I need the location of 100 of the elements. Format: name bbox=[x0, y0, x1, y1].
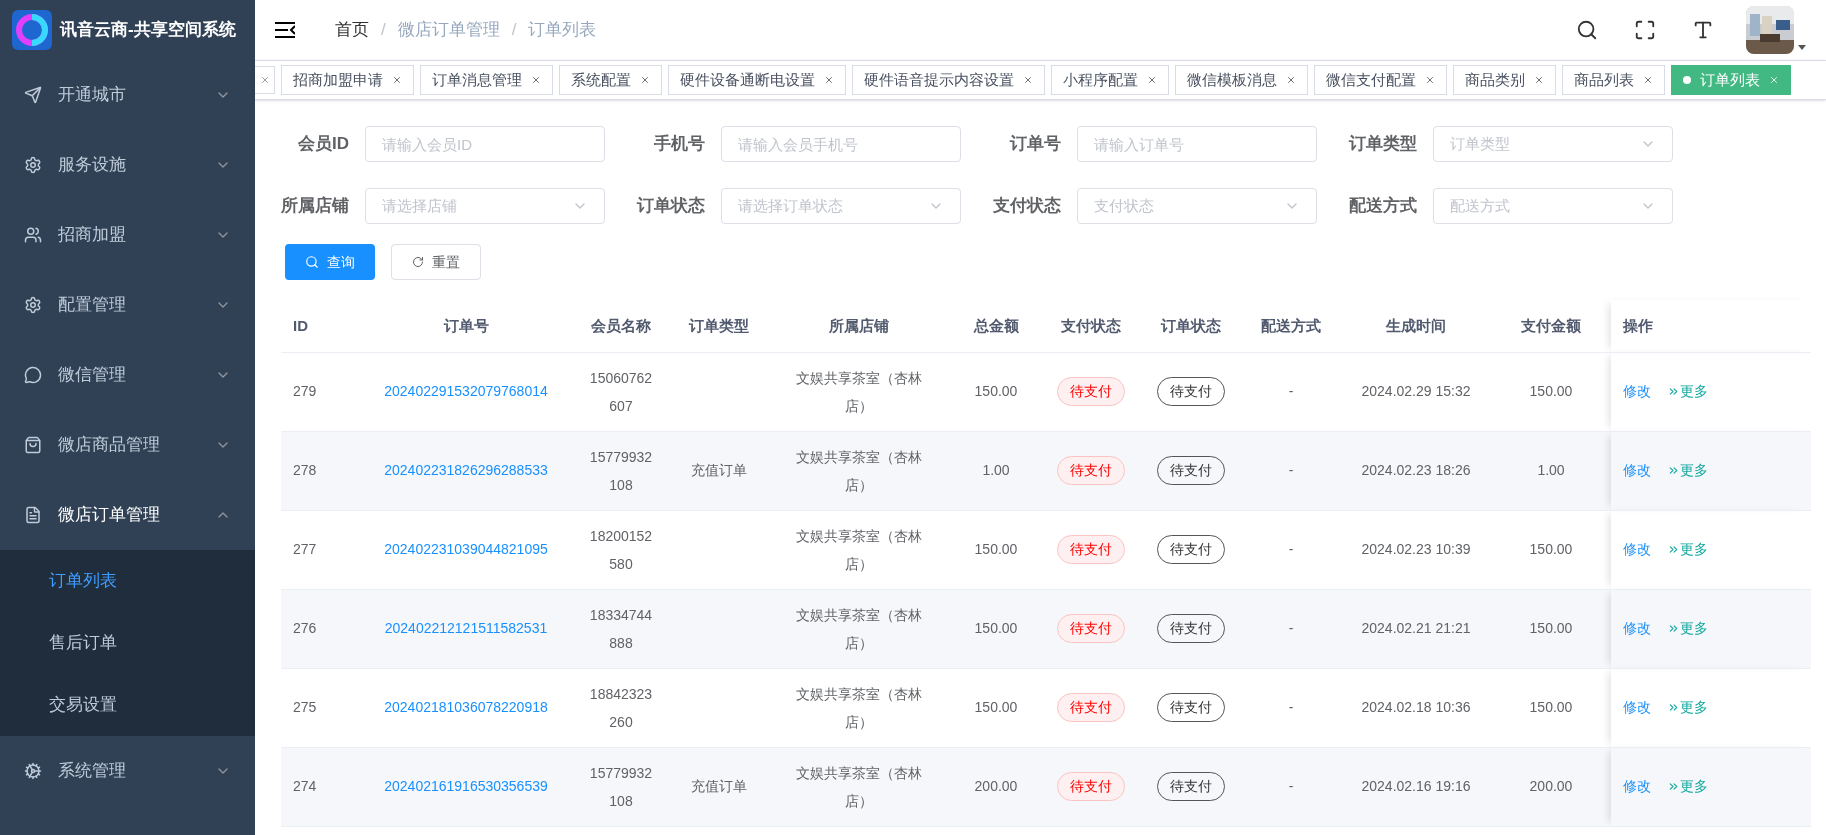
select-field[interactable]: 支付状态 bbox=[1077, 188, 1317, 224]
more-link[interactable]: 更多 bbox=[1667, 460, 1708, 481]
status-tag: 待支付 bbox=[1057, 456, 1125, 485]
table-cell-text: 15779932108 bbox=[588, 447, 654, 495]
order-link[interactable]: 202402212121511582531 bbox=[384, 620, 548, 636]
column-header: 总金额 bbox=[951, 300, 1041, 352]
table-cell: 274 bbox=[281, 747, 361, 826]
table-cell: - bbox=[1288, 462, 1294, 478]
table-cell: 1.00 bbox=[1537, 462, 1565, 478]
edit-link[interactable]: 修改 bbox=[1623, 460, 1651, 481]
select-field[interactable]: 配送方式 bbox=[1433, 188, 1673, 224]
table-cell-text: 15779932108 bbox=[588, 763, 654, 811]
table-cell: 2024.02.29 15:32 bbox=[1361, 383, 1471, 399]
table-cell: - bbox=[1288, 383, 1294, 399]
select-field[interactable]: 请选择店铺 bbox=[365, 188, 605, 224]
filter-label: 所属店铺 bbox=[281, 195, 349, 218]
tab[interactable]: 硬件设备通断电设置 bbox=[668, 65, 846, 95]
table-cell: 200.00 bbox=[974, 778, 1018, 794]
table-cell: - bbox=[1288, 778, 1294, 794]
select-field[interactable]: 订单类型 bbox=[1433, 126, 1673, 162]
order-link[interactable]: 202402181036078220918 bbox=[384, 699, 548, 715]
tab[interactable]: 微信模板消息 bbox=[1175, 65, 1308, 95]
tab[interactable]: 商品类别 bbox=[1453, 65, 1556, 95]
table-cell: 2024.02.21 21:21 bbox=[1361, 620, 1471, 636]
breadcrumb-item[interactable]: 首页 bbox=[335, 17, 369, 43]
select-field[interactable]: 请选择订单状态 bbox=[721, 188, 961, 224]
table-cell-text: 文娱共享茶室（杏林店） bbox=[794, 684, 923, 732]
sidebar-item[interactable]: 开通城市 bbox=[0, 60, 255, 130]
input-field[interactable]: 请输入订单号 bbox=[1077, 126, 1317, 162]
submenu-item[interactable]: 交易设置 bbox=[0, 674, 255, 736]
status-tag: 待支付 bbox=[1057, 693, 1125, 722]
table-cell: 150.00 bbox=[1529, 383, 1573, 399]
table-cell: 150.00 bbox=[1529, 620, 1573, 636]
tab[interactable]: 系统配置 bbox=[559, 65, 662, 95]
table-cell: 2024.02.23 10:39 bbox=[1361, 541, 1471, 557]
status-tag: 待支付 bbox=[1057, 772, 1125, 801]
table-cell: 1.00 bbox=[982, 462, 1010, 478]
column-header: 支付状态 bbox=[1041, 300, 1141, 352]
submenu-item[interactable]: 订单列表 bbox=[0, 550, 255, 612]
search-button[interactable]: 查询 bbox=[285, 244, 375, 280]
order-link[interactable]: 202402231039044821095 bbox=[384, 541, 548, 557]
more-link[interactable]: 更多 bbox=[1667, 381, 1708, 402]
sidebar-item[interactable]: 招商加盟 bbox=[0, 200, 255, 270]
table-cell: 150.00 bbox=[974, 699, 1018, 715]
table-cell-text: 18842323260 bbox=[588, 684, 654, 732]
edit-link[interactable]: 修改 bbox=[1623, 539, 1651, 560]
table-cell: 278 bbox=[281, 431, 361, 510]
column-header: 订单状态 bbox=[1141, 300, 1241, 352]
tab[interactable]: 订单消息管理 bbox=[420, 65, 553, 95]
more-link[interactable]: 更多 bbox=[1667, 776, 1708, 797]
sidebar-item[interactable]: 微店商品管理 bbox=[0, 410, 255, 480]
more-link[interactable]: 更多 bbox=[1667, 539, 1708, 560]
status-tag: 待支付 bbox=[1057, 377, 1125, 406]
status-tag: 待支付 bbox=[1057, 535, 1125, 564]
breadcrumb-separator: / bbox=[511, 19, 517, 42]
table-cell: 275 bbox=[281, 668, 361, 747]
column-header: 订单类型 bbox=[671, 300, 766, 352]
edit-link[interactable]: 修改 bbox=[1623, 618, 1651, 639]
filter-label: 配送方式 bbox=[1349, 195, 1417, 218]
order-link[interactable]: 202402161916530356539 bbox=[384, 778, 548, 794]
tab[interactable]: 硬件语音提示内容设置 bbox=[852, 65, 1045, 95]
order-link[interactable]: 202402291532079768014 bbox=[384, 383, 548, 399]
column-header: 配送方式 bbox=[1241, 300, 1341, 352]
table-cell: 150.00 bbox=[974, 541, 1018, 557]
tab[interactable]: 微信支付配置 bbox=[1314, 65, 1447, 95]
table-cell: 150.00 bbox=[974, 620, 1018, 636]
tab[interactable]: 订单列表 bbox=[1671, 65, 1791, 95]
column-header: 所属店铺 bbox=[766, 300, 951, 352]
filter-label: 手机号 bbox=[653, 133, 705, 156]
submenu-item[interactable]: 售后订单 bbox=[0, 612, 255, 674]
table-cell-text: 文娱共享茶室（杏林店） bbox=[794, 368, 923, 416]
column-header: 支付金额 bbox=[1491, 300, 1611, 352]
filter-label: 订单类型 bbox=[1349, 133, 1417, 156]
tab[interactable]: 小程序配置 bbox=[1051, 65, 1169, 95]
sidebar-item[interactable]: 服务设施 bbox=[0, 130, 255, 200]
table-cell: 277 bbox=[281, 510, 361, 589]
table-cell: 150.00 bbox=[974, 383, 1018, 399]
table-cell: - bbox=[1288, 620, 1294, 636]
edit-link[interactable]: 修改 bbox=[1623, 697, 1651, 718]
sidebar-item[interactable]: 微信管理 bbox=[0, 340, 255, 410]
table-cell: 2024.02.23 18:26 bbox=[1361, 462, 1471, 478]
table-cell-text: 文娱共享茶室（杏林店） bbox=[794, 526, 923, 574]
table-cell-text: 文娱共享茶室（杏林店） bbox=[794, 447, 923, 495]
edit-link[interactable]: 修改 bbox=[1623, 381, 1651, 402]
input-field[interactable]: 请输入会员手机号 bbox=[721, 126, 961, 162]
more-link[interactable]: 更多 bbox=[1667, 697, 1708, 718]
order-link[interactable]: 202402231826296288533 bbox=[384, 462, 548, 478]
filter-label: 订单号 bbox=[1008, 133, 1061, 156]
sidebar-item[interactable]: 微店订单管理 bbox=[0, 480, 255, 550]
input-field[interactable]: 请输入会员ID bbox=[365, 126, 605, 162]
reset-button[interactable]: 重置 bbox=[391, 244, 481, 280]
column-header: 会员名称 bbox=[571, 300, 671, 352]
table-cell: - bbox=[1288, 541, 1294, 557]
edit-link[interactable]: 修改 bbox=[1623, 776, 1651, 797]
sidebar-item[interactable]: 系统管理 bbox=[0, 736, 255, 806]
tab[interactable]: 商品列表 bbox=[1562, 65, 1665, 95]
more-link[interactable]: 更多 bbox=[1667, 618, 1708, 639]
sidebar-item[interactable]: 配置管理 bbox=[0, 270, 255, 340]
tab[interactable]: 招商加盟申请 bbox=[281, 65, 414, 95]
column-header: 生成时间 bbox=[1341, 300, 1491, 352]
